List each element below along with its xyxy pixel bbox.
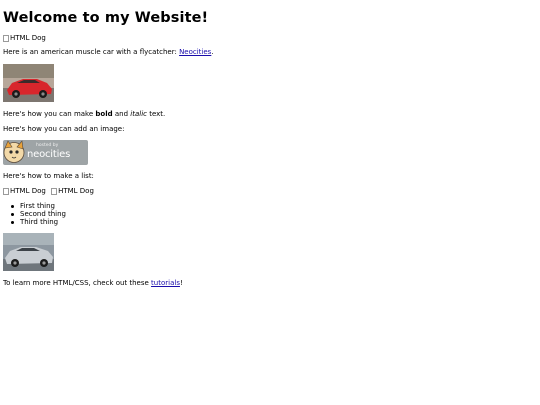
list-item: Third thing [3, 218, 66, 226]
image-alt-text: HTML Dog [10, 34, 46, 42]
tutorials-link[interactable]: tutorials [151, 279, 180, 287]
image-alt-text: HTML Dog [10, 187, 46, 195]
red-car-image [3, 64, 54, 102]
broken-image-3: HTML Dog [51, 187, 94, 196]
footer-exclamation: ! [179, 279, 183, 287]
list-item: First thing [3, 202, 66, 210]
intro-text: Here is an american muscle car with a fl… [3, 48, 180, 56]
page-title: Welcome to my Website! [3, 10, 209, 26]
list-item: Second thing [3, 210, 66, 218]
hosted-by-neocities-badge: hosted by neocities [3, 140, 88, 165]
silver-car-image [3, 233, 54, 271]
format-text-2: and [112, 110, 131, 118]
format-text-1: Here's how you can make [3, 110, 96, 118]
format-text-3: text. [146, 110, 166, 118]
badge-brand-text: neocities [27, 149, 71, 160]
format-paragraph: Here's how you can make bold and italic … [3, 110, 165, 119]
footer-text: To learn more HTML/CSS, check out these [3, 279, 152, 287]
intro-paragraph: Here is an american muscle car with a fl… [3, 48, 214, 57]
neocities-link[interactable]: Neocities [179, 48, 211, 56]
bold-text: bold [95, 110, 113, 118]
list-instruction: Here's how to make a list: [3, 172, 94, 180]
footer-paragraph: To learn more HTML/CSS, check out these … [3, 279, 183, 288]
italic-text: italic [130, 110, 147, 118]
badge-top-text: hosted by [36, 143, 59, 148]
broken-image-row: HTML Dog HTML Dog [3, 187, 94, 198]
broken-image-2: HTML Dog [3, 187, 46, 196]
bullet-list: First thing Second thing Third thing [3, 202, 66, 226]
broken-image-1: HTML Dog [3, 34, 46, 45]
image-alt-text: HTML Dog [58, 187, 94, 195]
image-instruction: Here's how you can add an image: [3, 125, 125, 133]
broken-image-icon [51, 188, 58, 195]
intro-period: . [211, 48, 214, 56]
broken-image-icon [3, 35, 9, 42]
broken-image-icon [3, 188, 9, 195]
